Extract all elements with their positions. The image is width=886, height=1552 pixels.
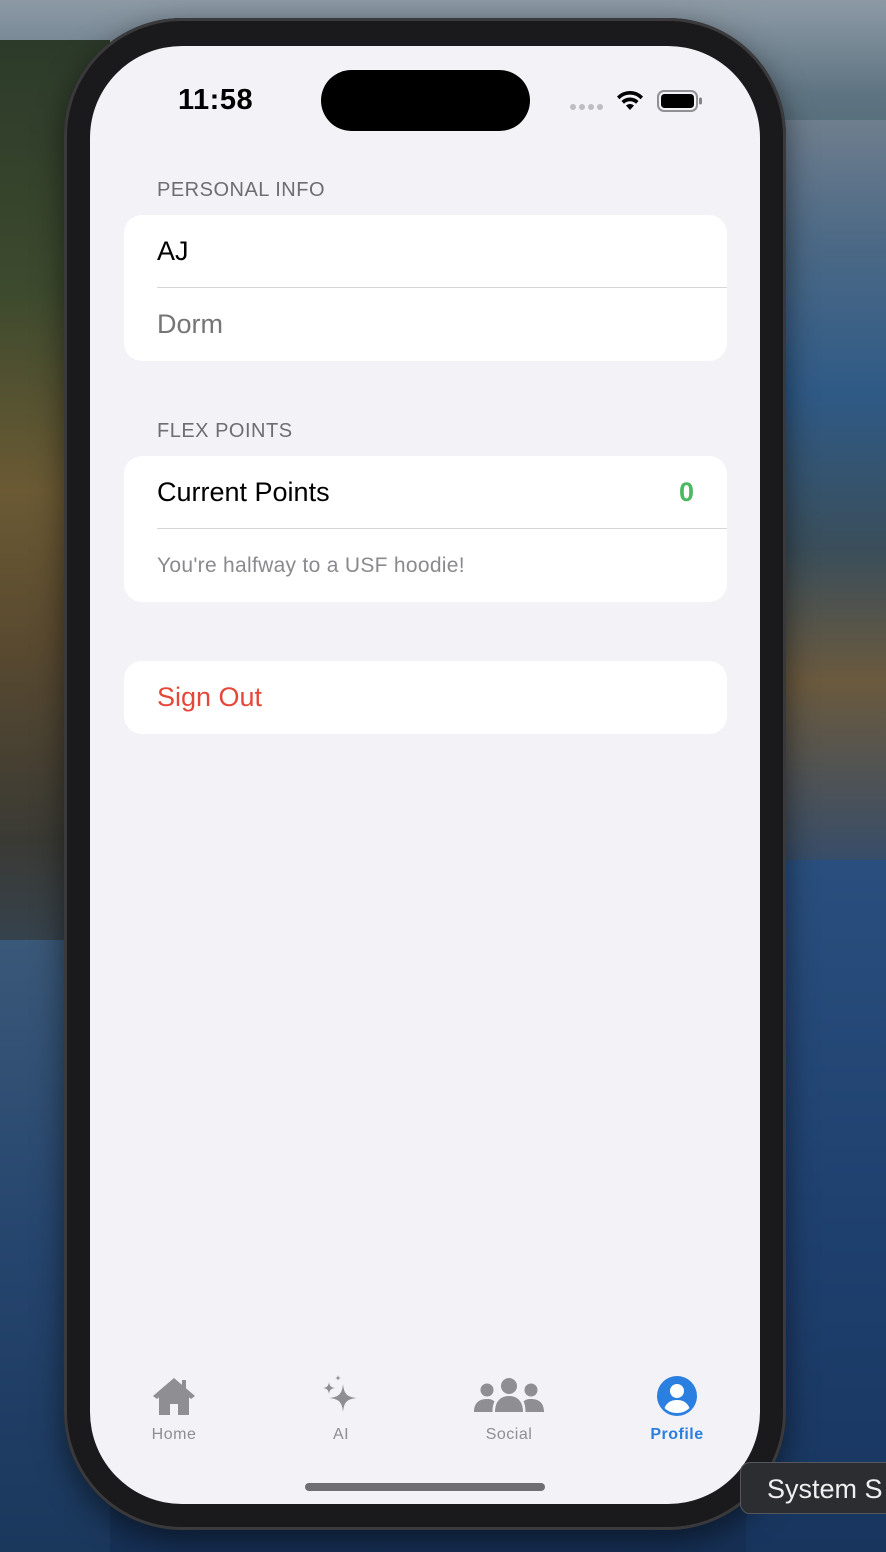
dynamic-island	[321, 70, 530, 131]
tab-profile-label: Profile	[650, 1426, 704, 1443]
cellular-signal-icon	[570, 104, 603, 110]
dorm-input[interactable]	[157, 309, 694, 340]
tab-social-label: Social	[485, 1426, 533, 1443]
personal-info-header: PERSONAL INFO	[157, 179, 326, 201]
people-icon	[471, 1374, 547, 1418]
battery-icon	[657, 90, 702, 112]
tab-profile[interactable]: Profile	[617, 1374, 737, 1444]
dorm-field-row[interactable]	[124, 288, 727, 361]
house-icon	[149, 1374, 199, 1418]
sparkles-icon	[316, 1374, 366, 1418]
home-indicator	[305, 1483, 545, 1491]
sign-out-button[interactable]: Sign Out	[124, 661, 727, 734]
current-points-row: Current Points 0	[124, 456, 727, 529]
current-points-value: 0	[678, 477, 694, 507]
tab-home-label: Home	[151, 1426, 197, 1443]
phone-screen: 11:58 PERSONAL INFO AJ FLEX POINTS Curre…	[90, 46, 760, 1504]
points-note: You're halfway to a USF hoodie!	[157, 553, 465, 577]
flex-points-header: FLEX POINTS	[157, 420, 293, 442]
name-field-row[interactable]: AJ	[124, 215, 727, 288]
person-circle-icon	[652, 1374, 702, 1418]
status-time: 11:58	[178, 84, 254, 116]
name-field[interactable]: AJ	[157, 236, 189, 267]
tab-ai-label: AI	[332, 1426, 350, 1443]
desktop-tooltip: System S	[740, 1462, 886, 1514]
tab-social[interactable]: Social	[449, 1374, 569, 1444]
tab-ai[interactable]: AI	[281, 1374, 401, 1444]
personal-info-card: AJ	[124, 215, 727, 361]
wifi-icon	[617, 90, 643, 110]
points-note-row: You're halfway to a USF hoodie!	[124, 529, 727, 602]
current-points-label: Current Points	[157, 477, 330, 507]
tab-home[interactable]: Home	[114, 1374, 234, 1444]
tab-bar: Home AI Social Profile	[90, 1364, 760, 1454]
sign-out-card: Sign Out	[124, 661, 727, 734]
flex-points-card: Current Points 0 You're halfway to a USF…	[124, 456, 727, 602]
sign-out-label: Sign Out	[157, 682, 263, 712]
